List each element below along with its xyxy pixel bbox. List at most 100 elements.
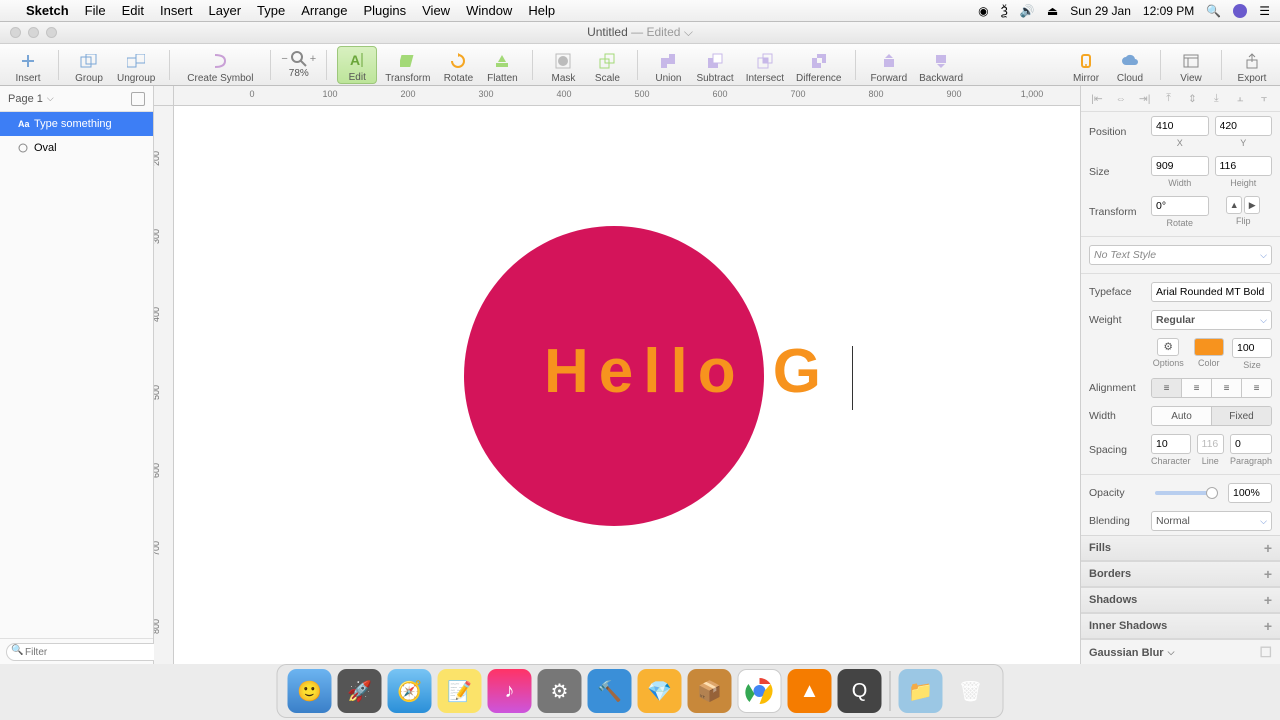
create-symbol-button[interactable]: Create Symbol xyxy=(180,46,260,84)
layer-row-oval[interactable]: Oval xyxy=(0,136,153,160)
plus-icon[interactable]: + xyxy=(1264,566,1272,582)
difference-button[interactable]: Difference xyxy=(792,46,845,84)
page-selector[interactable]: Page 1 ⌵ xyxy=(0,86,153,112)
dock-notes-icon[interactable]: 📝 xyxy=(438,669,482,713)
distribute-v-icon[interactable]: ⫟ xyxy=(1255,91,1273,107)
intersect-button[interactable]: Intersect xyxy=(742,46,788,84)
title-chevron-icon[interactable]: ⌵ xyxy=(684,25,693,39)
zoom-in-icon[interactable]: + xyxy=(310,53,316,65)
menubar-date[interactable]: Sun 29 Jan xyxy=(1070,4,1131,18)
flatten-button[interactable]: Flatten xyxy=(482,46,522,84)
ungroup-button[interactable]: Ungroup xyxy=(113,46,159,84)
mask-button[interactable]: Mask xyxy=(543,46,583,84)
ruler-horizontal[interactable]: 0 100 200 300 400 500 600 700 800 900 1,… xyxy=(174,86,1080,106)
plus-icon[interactable]: + xyxy=(1264,592,1272,608)
zoom-window-button[interactable] xyxy=(46,27,57,38)
volume-icon[interactable]: 🔊 xyxy=(1020,4,1035,18)
flip-h-button[interactable]: ▲ xyxy=(1226,196,1242,214)
blending-select[interactable]: Normal xyxy=(1151,511,1272,531)
shadows-section[interactable]: Shadows+ xyxy=(1081,587,1280,613)
font-size-input[interactable] xyxy=(1232,338,1272,358)
distribute-h-icon[interactable]: ⫠ xyxy=(1231,91,1249,107)
artboard-icon[interactable] xyxy=(131,92,145,106)
text-color-swatch[interactable] xyxy=(1194,338,1224,356)
width-fixed-button[interactable]: Fixed xyxy=(1211,407,1271,425)
ruler-vertical[interactable]: 200 300 400 500 600 700 800 xyxy=(154,106,174,664)
dock-launchpad-icon[interactable]: 🚀 xyxy=(338,669,382,713)
cloud-button[interactable]: Cloud xyxy=(1110,46,1150,84)
dock-preferences-icon[interactable]: ⚙ xyxy=(538,669,582,713)
plus-icon[interactable]: + xyxy=(1264,540,1272,556)
menubar-time[interactable]: 12:09 PM xyxy=(1143,4,1194,18)
align-text-center[interactable]: ≡ xyxy=(1181,379,1211,397)
zoom-control[interactable]: − + 78% xyxy=(281,50,316,79)
fills-section[interactable]: Fills+ xyxy=(1081,535,1280,561)
app-menu[interactable]: Sketch xyxy=(26,3,69,18)
inner-shadows-section[interactable]: Inner Shadows+ xyxy=(1081,613,1280,639)
dock-finder-icon[interactable]: 🙂 xyxy=(288,669,332,713)
backward-button[interactable]: Backward xyxy=(915,46,967,84)
close-window-button[interactable] xyxy=(10,27,21,38)
char-spacing-input[interactable] xyxy=(1151,434,1191,454)
dock-sketch-icon[interactable]: 💎 xyxy=(638,669,682,713)
insert-button[interactable]: Insert xyxy=(8,46,48,84)
typeface-input[interactable] xyxy=(1151,282,1272,302)
blur-section[interactable]: Gaussian Blur⌵☐ xyxy=(1081,639,1280,664)
record-icon[interactable]: ◉ xyxy=(978,4,988,18)
blur-checkbox[interactable]: ☐ xyxy=(1259,644,1272,661)
forward-button[interactable]: Forward xyxy=(866,46,911,84)
para-spacing-input[interactable] xyxy=(1230,434,1272,454)
plus-icon[interactable]: + xyxy=(1264,618,1272,634)
height-input[interactable] xyxy=(1215,156,1273,176)
notifications-icon[interactable]: ☰ xyxy=(1259,4,1270,18)
align-right-icon[interactable]: ⇥| xyxy=(1136,91,1154,107)
menu-view[interactable]: View xyxy=(422,3,450,18)
align-center-h-icon[interactable]: ⇔ xyxy=(1112,91,1130,107)
menu-insert[interactable]: Insert xyxy=(160,3,193,18)
spotlight-icon[interactable]: 🔍 xyxy=(1206,4,1221,18)
align-middle-icon[interactable]: ⇕ xyxy=(1183,91,1201,107)
rotate-input[interactable] xyxy=(1151,196,1209,216)
subtract-button[interactable]: Subtract xyxy=(692,46,737,84)
transform-button[interactable]: Transform xyxy=(381,46,434,84)
pos-x-input[interactable] xyxy=(1151,116,1209,136)
edit-button[interactable]: A Edit xyxy=(337,46,377,84)
menu-file[interactable]: File xyxy=(85,3,106,18)
rotate-button[interactable]: Rotate xyxy=(438,46,478,84)
export-button[interactable]: Export xyxy=(1232,46,1272,84)
weight-select[interactable]: Regular xyxy=(1151,310,1272,330)
menu-arrange[interactable]: Arrange xyxy=(301,3,347,18)
text-style-select[interactable]: No Text Style xyxy=(1089,245,1272,265)
user-icon[interactable] xyxy=(1233,4,1247,18)
dock-chrome-icon[interactable] xyxy=(738,669,782,713)
borders-section[interactable]: Borders+ xyxy=(1081,561,1280,587)
dock-downloads-icon[interactable]: 📁 xyxy=(899,669,943,713)
width-input[interactable] xyxy=(1151,156,1209,176)
menu-layer[interactable]: Layer xyxy=(209,3,242,18)
text-options-button[interactable]: ⚙ xyxy=(1157,338,1179,356)
align-top-icon[interactable]: ⤒ xyxy=(1160,91,1178,107)
zoom-out-icon[interactable]: − xyxy=(281,53,287,65)
group-button[interactable]: Group xyxy=(69,46,109,84)
align-text-right[interactable]: ≡ xyxy=(1211,379,1241,397)
dock-xcode-icon[interactable]: 🔨 xyxy=(588,669,632,713)
line-spacing-input[interactable] xyxy=(1197,434,1224,454)
dock-quicktime-icon[interactable]: Q xyxy=(838,669,882,713)
pos-y-input[interactable] xyxy=(1215,116,1273,136)
mirror-button[interactable]: Mirror xyxy=(1066,46,1106,84)
dock-vlc-icon[interactable]: ▲ xyxy=(788,669,832,713)
menu-help[interactable]: Help xyxy=(528,3,555,18)
scale-button[interactable]: Scale xyxy=(587,46,627,84)
layer-filter-input[interactable] xyxy=(6,643,164,661)
dock-itunes-icon[interactable]: ♪ xyxy=(488,669,532,713)
align-text-justify[interactable]: ≡ xyxy=(1241,379,1271,397)
dock-box-icon[interactable]: 📦 xyxy=(688,669,732,713)
dock-trash-icon[interactable]: 🗑 xyxy=(949,669,993,713)
align-text-left[interactable]: ≡ xyxy=(1152,379,1181,397)
status-icon[interactable]: Ѯ xyxy=(1001,4,1008,18)
menu-edit[interactable]: Edit xyxy=(122,3,144,18)
menu-window[interactable]: Window xyxy=(466,3,512,18)
menu-type[interactable]: Type xyxy=(257,3,285,18)
union-button[interactable]: Union xyxy=(648,46,688,84)
layer-row-text[interactable]: Aa Type something xyxy=(0,112,153,136)
